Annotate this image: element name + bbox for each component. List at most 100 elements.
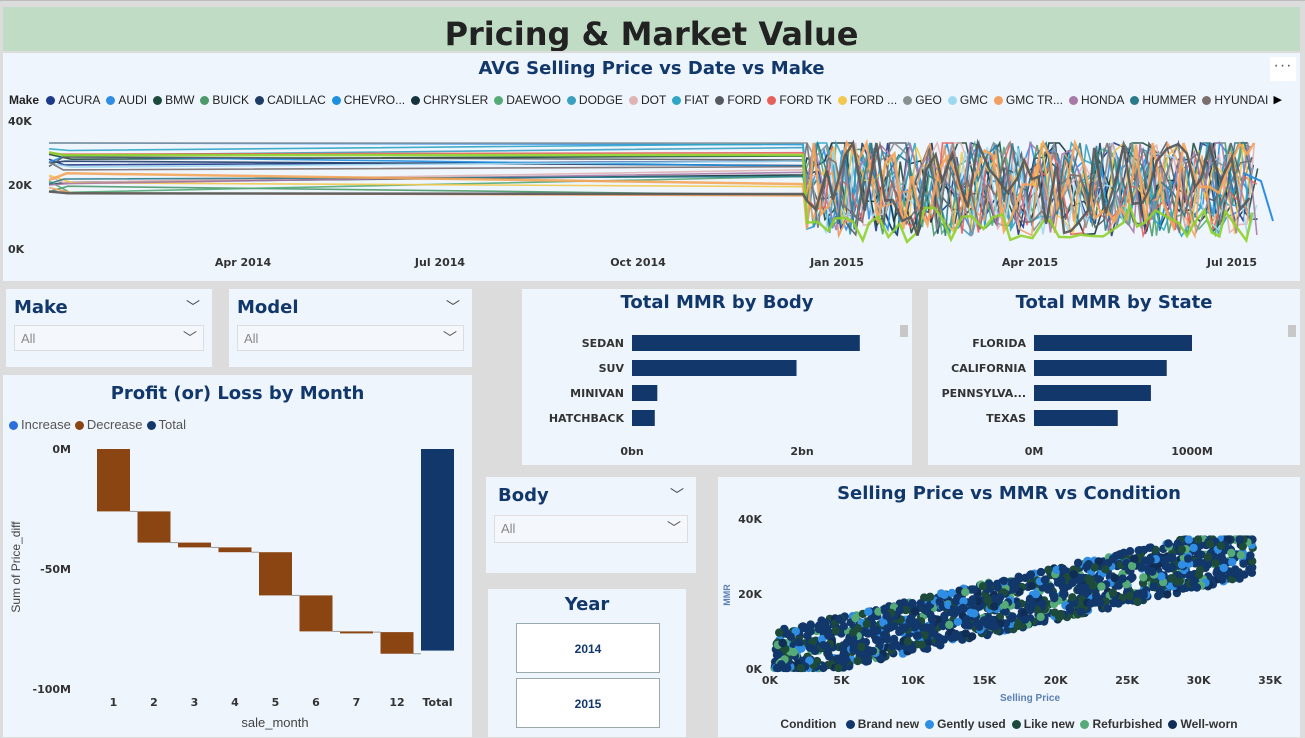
decrease-bar	[97, 449, 130, 512]
model-dropdown[interactable]: All ﹀	[237, 325, 464, 351]
scatter-point	[1027, 600, 1037, 610]
y-tick-label: 40K	[8, 115, 32, 128]
scatter-point	[1184, 535, 1193, 544]
scatter-point	[1203, 552, 1213, 562]
scatter-point	[1164, 539, 1173, 548]
body-dropdown[interactable]: All ﹀	[494, 515, 688, 543]
x-tick-label: 5K	[833, 674, 850, 687]
scatter-point	[1212, 568, 1221, 578]
x-tick-label: 2	[150, 696, 158, 709]
scatter-point	[914, 631, 923, 640]
scatter-legend-label: Condition	[780, 717, 837, 731]
scatter-point	[1228, 567, 1237, 577]
scatter-point	[821, 623, 831, 632]
scatter-point	[1163, 590, 1172, 599]
scatter-point	[1227, 548, 1236, 558]
chevron-down-icon[interactable]: ﹀	[446, 297, 460, 317]
scatter-point	[935, 597, 944, 606]
scatter-point	[1125, 547, 1135, 556]
bar	[1034, 360, 1167, 376]
scatter-point	[961, 588, 970, 597]
bar	[1034, 410, 1118, 426]
chevron-down-icon: ﹀	[183, 330, 197, 346]
scatter-point	[1058, 564, 1068, 573]
scatter-point	[1195, 565, 1205, 575]
scatter-point	[1084, 574, 1093, 583]
scatter-panel[interactable]: Selling Price vs MMR vs Condition 40K 20K…	[718, 477, 1300, 737]
scatter-point	[1090, 563, 1099, 572]
scatter-point	[863, 656, 873, 666]
decrease-bar	[340, 631, 373, 634]
scatter-point	[1097, 582, 1106, 591]
mmr-by-body-panel[interactable]: Total MMR by Body SEDAN SUV MINIVAN HATCHBA…	[522, 289, 912, 465]
legend-item[interactable]: Brand new	[845, 717, 919, 731]
scatter-point	[1090, 598, 1100, 607]
legend-item[interactable]: Like new	[1011, 717, 1074, 731]
chevron-down-icon[interactable]: ﹀	[670, 485, 684, 505]
scatter-point	[1050, 608, 1059, 617]
scatter-point	[1081, 583, 1090, 593]
scatter-point	[1236, 550, 1245, 560]
scatter-point	[873, 636, 882, 645]
make-slicer-title: Make	[14, 297, 68, 318]
legend-dot	[1011, 720, 1021, 729]
legend-item[interactable]: Gently used	[925, 717, 1006, 731]
x-tick-label: 2bn	[790, 445, 813, 458]
category-label: SUV	[599, 362, 625, 375]
scatter-point	[1059, 588, 1068, 597]
x-tick-label: 0K	[762, 674, 779, 687]
scatter-point	[958, 603, 968, 613]
scatter-point	[1094, 575, 1104, 584]
scatter-point	[1216, 541, 1225, 550]
make-dropdown[interactable]: All ﹀	[14, 325, 204, 351]
scatter-point	[925, 592, 935, 601]
mmr-by-state-panel[interactable]: Total MMR by State FLORIDA CALIFORNIA PENN…	[928, 289, 1300, 465]
waterfall-plot: 0M-50M-100MSum of Price_diffsale_month1 2…	[9, 443, 454, 730]
scatter-point	[1082, 562, 1091, 571]
legend-item-label: Well-worn	[1180, 717, 1238, 731]
scatter-point	[962, 615, 971, 624]
chevron-down-icon: ﹀	[443, 330, 457, 346]
year-slicer[interactable]: Year 2014 2015	[488, 589, 686, 737]
scatter-point	[814, 624, 824, 634]
year-option-2015[interactable]: 2015	[516, 678, 660, 728]
scatter-point	[1076, 607, 1086, 616]
y-tick-label: 40K	[738, 513, 762, 526]
bar	[632, 335, 860, 351]
body-slicer[interactable]: Body ﹀ All ﹀	[486, 477, 696, 573]
scatter-point	[996, 593, 1005, 602]
legend-item[interactable]: Refurbished	[1080, 717, 1162, 731]
scatter-point	[1007, 614, 1016, 623]
scatter-point	[831, 626, 840, 635]
legend-item[interactable]: Well-worn	[1168, 717, 1238, 731]
x-tick-label: 35K	[1258, 674, 1282, 687]
scatter-point	[970, 609, 979, 618]
scatter-point	[1167, 552, 1177, 562]
page-title: Pricing & Market Value	[444, 15, 859, 51]
scatter-point	[1050, 594, 1059, 603]
make-slicer[interactable]: Make ﹀ All ﹀	[6, 289, 212, 367]
line-chart-panel[interactable]: AVG Selling Price vs Date vs Make ··· Ma…	[3, 53, 1300, 281]
legend-dot	[925, 720, 935, 729]
waterfall-panel[interactable]: Profit (or) Loss by Month Increase Decrea…	[3, 375, 472, 737]
scatter-point	[1065, 603, 1074, 613]
scatter-point	[1139, 591, 1148, 600]
scatter-point	[926, 610, 935, 619]
x-tick-label: 25K	[1115, 674, 1139, 687]
scatter-point	[1038, 599, 1047, 608]
chevron-down-icon[interactable]: ﹀	[186, 297, 200, 317]
scatter-point	[1057, 576, 1066, 586]
model-slicer[interactable]: Model ﹀ All ﹀	[229, 289, 472, 367]
scatter-point	[853, 656, 862, 666]
x-tick-label: 1000M	[1171, 445, 1213, 458]
scatter-point	[1020, 615, 1030, 624]
year-option-2014[interactable]: 2014	[516, 623, 660, 673]
scatter-point	[1192, 583, 1202, 592]
x-tick-label: 20K	[1044, 674, 1068, 687]
scatter-point	[1163, 563, 1173, 572]
scatter-point	[895, 606, 904, 615]
scatter-point	[999, 576, 1008, 586]
scatter-point	[908, 645, 917, 654]
scatter-point	[864, 607, 873, 616]
scatter-point	[1205, 539, 1215, 549]
